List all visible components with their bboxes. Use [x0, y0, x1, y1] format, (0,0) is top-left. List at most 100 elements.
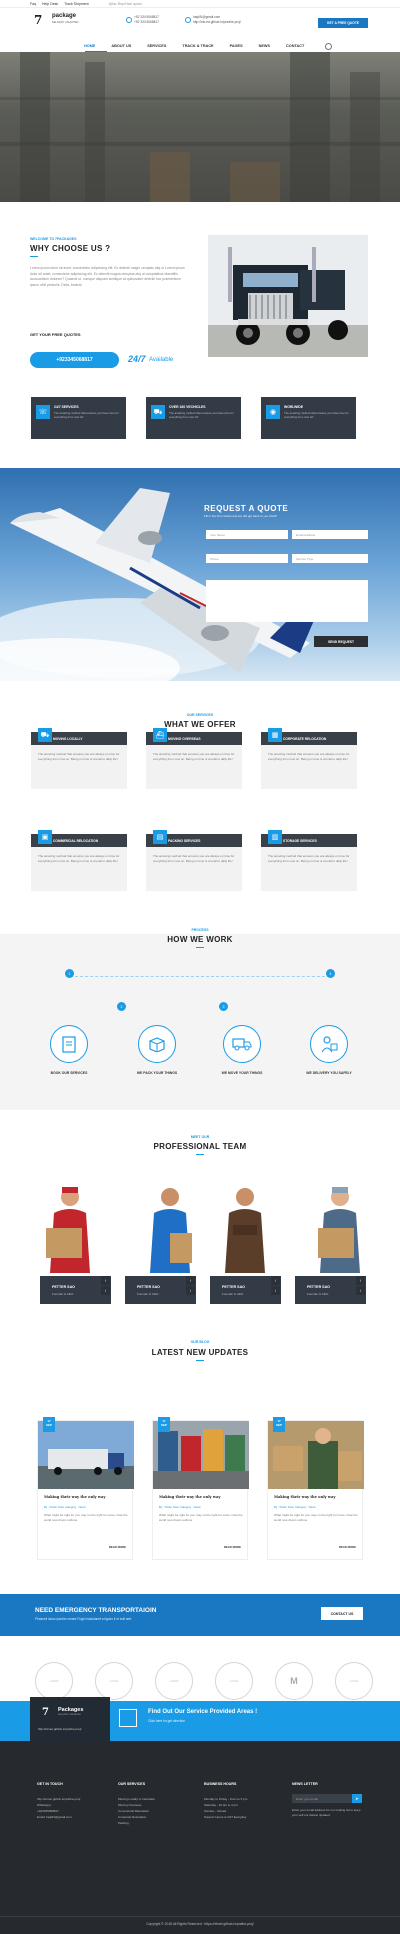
brand-logo: LOGO — [335, 1662, 373, 1700]
footer-email[interactable]: Email: haqlif1@gmail.com — [37, 1814, 107, 1820]
footer-service-link[interactable]: Packing — [118, 1820, 155, 1826]
emergency-banner: NEED EMERGENCY TRANSPORTAIOIN Phasneli l… — [0, 1594, 400, 1636]
search-icon[interactable] — [325, 43, 332, 50]
stat-box-worldwide: ◉ WORLWIDE The amazing method that ensur… — [261, 397, 356, 439]
post-title[interactable]: Making their way the only way — [274, 1495, 335, 1499]
phone-icon — [126, 17, 132, 23]
blog-card[interactable]: 17 SEP Making their way the only way By :… — [267, 1417, 364, 1560]
facebook-icon[interactable]: f — [101, 1276, 110, 1285]
blog-title: LATEST NEW UPDATES — [151, 1348, 249, 1357]
header-web[interactable]: http://etc-ed.github.io/pradhe-proj/ — [193, 20, 241, 25]
post-title[interactable]: Making their way the only way — [44, 1495, 105, 1499]
logo-tagline: DELIVERY UNLIMITED — [52, 21, 79, 24]
find-subtitle[interactable]: Click here for get direction — [148, 1719, 185, 1723]
how-title: HOW WE WORK — [167, 935, 233, 944]
service-card[interactable]: PACKING SERVICES ▤ The amazing method th… — [146, 830, 242, 891]
nav-news[interactable]: NEWS — [251, 44, 278, 48]
phone-input[interactable]: Phone — [206, 554, 288, 563]
service-card[interactable]: COMMERCIAL RELOCATION ▣ The amazing meth… — [31, 830, 127, 891]
facebook-icon[interactable]: f — [271, 1276, 280, 1285]
truck-icon: ⛟ — [38, 728, 52, 742]
nav-track[interactable]: TRACK & TRACE — [174, 44, 221, 48]
brand-logo: LOGO — [155, 1662, 193, 1700]
title-underline — [196, 1360, 204, 1361]
post-excerpt: What might be right for you may not be r… — [159, 1513, 243, 1522]
footer-logo-box: 7 Packages DELIVERY UNLIMITED http://etm… — [30, 1697, 110, 1747]
find-title[interactable]: Find Out Our Service Provided Areas ! — [148, 1709, 257, 1715]
title-underline — [196, 947, 204, 948]
facebook-icon[interactable]: f — [186, 1276, 195, 1285]
track-link[interactable]: Track Shipment — [64, 2, 88, 6]
contact-us-button[interactable]: CONTACT US — [321, 1607, 363, 1620]
date-badge: 17 SEP — [158, 1417, 170, 1432]
header-phone-2: +92 334 5068817 — [134, 20, 159, 24]
footer-col-title: BUSINESS HOURS — [204, 1782, 237, 1786]
send-request-button[interactable]: SEND REQUEST — [314, 636, 368, 647]
stat-title: 24/7 SERVICES — [54, 405, 79, 409]
date-badge: 17 SEP — [43, 1417, 55, 1432]
emergency-text: Phasneli lacus ipsulim ornare Fuge inact… — [35, 1617, 132, 1621]
box-icon: ▣ — [38, 830, 52, 844]
read-more-link[interactable]: READ MORE — [224, 1545, 241, 1549]
read-more-link[interactable]: READ MORE — [339, 1545, 356, 1549]
team-tag: MEET OUR — [190, 1135, 210, 1139]
name-input[interactable]: Your Name — [206, 530, 288, 539]
service-card[interactable]: MOVING LOCALLY ⛟ The amazing method that… — [31, 728, 127, 789]
airplane-image — [0, 488, 315, 681]
nav-contact[interactable]: CONTACT — [278, 44, 312, 48]
blog-card[interactable]: 17 SEP Making their way the only way By :… — [152, 1417, 249, 1560]
nav-home[interactable]: HOME — [76, 44, 103, 48]
stat-text: The amazing method that ensures you have… — [169, 411, 234, 419]
twitter-icon[interactable]: t — [271, 1286, 280, 1295]
nav-services[interactable]: SERVICES — [139, 44, 174, 48]
mail-icon — [185, 17, 191, 23]
help-link[interactable]: Help Desk — [42, 2, 58, 6]
send-icon[interactable]: ➤ — [352, 1794, 362, 1803]
why-text: Lorem ipsum dolor sit amet, consectetur … — [30, 266, 185, 287]
post-title[interactable]: Making their way the only way — [159, 1495, 220, 1499]
email-input[interactable]: Email Address — [292, 530, 368, 539]
step-label: WE MOVE YOUR THINGS — [221, 1071, 263, 1075]
read-more-link[interactable]: READ MORE — [109, 1545, 126, 1549]
blog-card[interactable]: 17 SEP Making their way the only way By :… — [37, 1417, 134, 1560]
logo-number[interactable]: 7 — [34, 13, 42, 27]
post-meta: By : Petter Sven Category : News — [159, 1505, 201, 1509]
facebook-icon[interactable]: f — [356, 1276, 365, 1285]
service-text: The amazing method that ensures you are … — [268, 854, 350, 863]
get-free-quote-button[interactable]: GET A FREE QUOTE — [318, 18, 368, 28]
post-meta: By : Petter Sven Category : News — [274, 1505, 316, 1509]
twitter-icon[interactable]: t — [186, 1286, 195, 1295]
logo-name[interactable]: package — [52, 13, 76, 19]
newsletter-input[interactable]: Enter your email — [292, 1794, 352, 1803]
brand-logo: M — [275, 1662, 313, 1700]
stat-title: WORLWIDE — [284, 405, 304, 409]
clipboard-icon — [50, 1025, 88, 1063]
twitter-icon[interactable]: t — [101, 1286, 110, 1295]
phone-pill-button[interactable]: +923345068817 — [30, 352, 119, 368]
member-role: Founder & CEO — [52, 1292, 74, 1296]
hero-banner — [0, 52, 400, 202]
service-card[interactable]: STORAGE SERVICES ▥ The amazing method th… — [261, 830, 357, 891]
availability-text: Available — [149, 357, 174, 363]
nav-about[interactable]: ABOUT US — [103, 44, 139, 48]
top-bar: Faq Help Desk Track Shipment @fac Rep/Hw… — [0, 0, 400, 8]
message-textarea[interactable] — [206, 580, 368, 622]
request-title: REQUEST A QUOTE — [204, 504, 289, 513]
step-label: BOOK OUR SERVICES — [50, 1071, 88, 1075]
footer-logo-url[interactable]: http://etmet.github.io/prathe-proj/ — [38, 1727, 104, 1732]
twitter-icon[interactable]: t — [356, 1286, 365, 1295]
service-card[interactable]: CORPORATE RELOCATION ▦ The amazing metho… — [261, 728, 357, 789]
service-card[interactable]: MOVING OVERSEAS ⛴ The amazing method tha… — [146, 728, 242, 789]
member-name: PETTER SAO — [52, 1285, 75, 1289]
brand-logo: LOGO — [95, 1662, 133, 1700]
date-month: SEP — [275, 1423, 282, 1428]
team-title: PROFESSIONAL TEAM — [153, 1142, 247, 1151]
social-links[interactable]: @fac Rep/Hwn ayarn — [109, 2, 142, 6]
service-text: The amazing method that ensures you are … — [153, 854, 235, 863]
package-icon: ▤ — [153, 830, 167, 844]
step-number: 2 — [117, 1002, 126, 1011]
faq-link[interactable]: Faq — [30, 2, 36, 6]
service-type-select[interactable]: Service Type — [292, 554, 368, 563]
nav-pages[interactable]: PAGES — [222, 44, 251, 48]
team-member-photo — [225, 1188, 265, 1273]
